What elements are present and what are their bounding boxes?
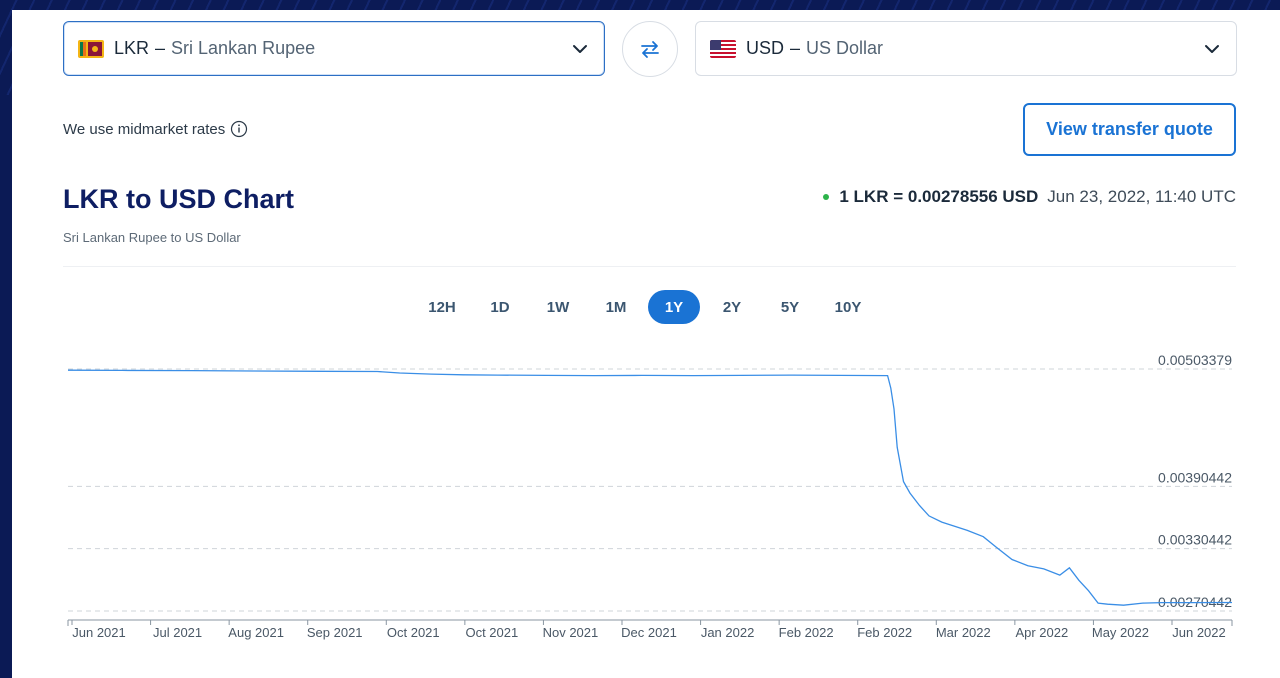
series-line: [67, 369, 1233, 606]
x-tick-label: Apr 2022: [1015, 625, 1068, 640]
y-tick-label: 0.00503379: [1158, 352, 1232, 368]
x-tick-label: May 2022: [1092, 625, 1149, 640]
x-tick-label: Aug 2021: [228, 625, 284, 640]
x-tick-label: Dec 2021: [621, 625, 677, 640]
x-tick-label: Jun 2021: [72, 625, 126, 640]
rate-chart[interactable]: 0.005033790.003904420.003304420.00270442…: [0, 0, 1280, 678]
x-tick-label: Oct 2021: [387, 625, 440, 640]
x-tick-label: Oct 2021: [465, 625, 518, 640]
x-tick-label: Jul 2021: [153, 625, 202, 640]
x-tick-label: Jan 2022: [701, 625, 755, 640]
x-tick-label: Mar 2022: [936, 625, 991, 640]
x-tick-label: Feb 2022: [857, 625, 912, 640]
x-tick-label: Sep 2021: [307, 625, 363, 640]
y-tick-label: 0.00390442: [1158, 469, 1232, 485]
x-tick-label: Nov 2021: [543, 625, 599, 640]
y-tick-label: 0.00330442: [1158, 532, 1232, 548]
x-tick-label: Feb 2022: [779, 625, 834, 640]
x-tick-label: Jun 2022: [1172, 625, 1226, 640]
